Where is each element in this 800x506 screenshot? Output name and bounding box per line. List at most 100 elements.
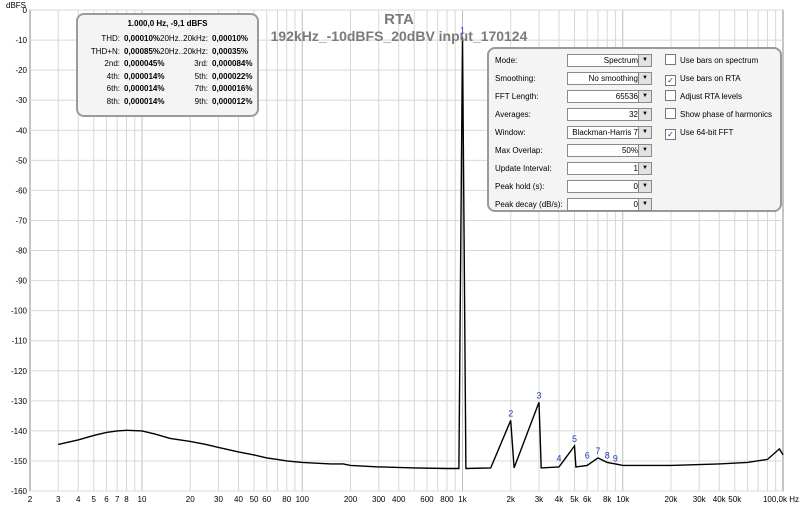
checkbox-empty-icon[interactable] bbox=[665, 90, 676, 101]
y-tick-label: -10 bbox=[15, 36, 27, 45]
setting-label: Averages: bbox=[495, 110, 531, 119]
metric-value: 0,000084% bbox=[212, 59, 253, 68]
x-tick-label: 1k bbox=[458, 495, 467, 504]
setting-dropdown[interactable]: 65536 ▼ bbox=[567, 90, 652, 103]
x-tick-label: 10 bbox=[138, 495, 147, 504]
metric-value: 0,000022% bbox=[212, 71, 253, 81]
x-tick-label: 40k bbox=[713, 495, 727, 504]
x-tick-label: 300 bbox=[372, 495, 386, 504]
chevron-down-icon[interactable]: ▼ bbox=[638, 55, 651, 66]
option-checkbox[interactable]: ✓ Use bars on RTA bbox=[665, 72, 741, 86]
x-tick-label: 5 bbox=[92, 495, 97, 504]
y-tick-label: -130 bbox=[11, 397, 28, 406]
metric-value: 0,000014% bbox=[124, 84, 165, 93]
metric-label: 7th: bbox=[194, 84, 208, 93]
metric-label: THD: bbox=[101, 34, 120, 43]
chevron-down-icon[interactable]: ▼ bbox=[638, 91, 651, 102]
peak-label: 7 bbox=[595, 446, 600, 456]
setting-value: Spectrum bbox=[603, 56, 638, 65]
y-tick-label: -90 bbox=[15, 277, 27, 286]
setting-value: 32 bbox=[629, 110, 638, 119]
metric-value: 0,000016% bbox=[212, 84, 253, 93]
metric-value: 0,000014% bbox=[124, 71, 165, 81]
setting-dropdown[interactable]: 50% ▼ bbox=[567, 144, 652, 157]
option-checkbox[interactable]: Use bars on spectrum bbox=[665, 54, 758, 68]
x-tick-label: 100 bbox=[296, 495, 310, 504]
x-tick-label: 80 bbox=[282, 495, 291, 504]
setting-dropdown[interactable]: 0 ▼ bbox=[567, 180, 652, 193]
x-tick-label: 60 bbox=[262, 495, 271, 504]
setting-value: No smoothing bbox=[588, 74, 638, 83]
option-checkbox[interactable]: Adjust RTA levels bbox=[665, 90, 742, 104]
x-tick-label: 7 bbox=[115, 495, 120, 504]
y-tick-label: -40 bbox=[15, 126, 27, 135]
metric-label: THD+N: bbox=[90, 46, 120, 56]
setting-dropdown[interactable]: 32 ▼ bbox=[567, 108, 652, 121]
x-tick-label: 5k bbox=[570, 495, 579, 504]
x-tick-label: 8 bbox=[124, 495, 129, 504]
x-tick-label: 30 bbox=[214, 495, 223, 504]
x-tick-label: 50k bbox=[728, 495, 742, 504]
y-tick-label: -120 bbox=[11, 367, 28, 376]
option-checkbox[interactable]: ✓ Use 64-bit FFT bbox=[665, 126, 733, 140]
x-tick-label: 4k bbox=[555, 495, 564, 504]
peak-label: 8 bbox=[605, 450, 610, 460]
setting-label: Max Overlap: bbox=[495, 146, 543, 155]
option-checkbox[interactable]: Show phase of harmonics bbox=[665, 108, 772, 122]
x-tick-label: 4 bbox=[76, 495, 81, 504]
metric-label: 9th: bbox=[194, 96, 208, 106]
peak-label: 3 bbox=[536, 390, 541, 400]
x-tick-label: 3k bbox=[535, 495, 544, 504]
setting-label: Peak decay (dB/s): bbox=[495, 200, 563, 209]
x-tick-label: 50 bbox=[250, 495, 259, 504]
metric-value: 0,000014% bbox=[124, 96, 165, 106]
checkbox-label: Show phase of harmonics bbox=[680, 110, 773, 119]
metric-label: 6th: bbox=[106, 84, 120, 93]
setting-value: 50% bbox=[621, 146, 638, 155]
x-tick-label: 10k bbox=[616, 495, 630, 504]
setting-label: Peak hold (s): bbox=[495, 182, 545, 191]
fundamental-readout: 1.000,0 Hz, -9,1 dBFS bbox=[127, 19, 208, 28]
chevron-down-icon[interactable]: ▼ bbox=[638, 199, 651, 210]
checkmark-icon[interactable]: ✓ bbox=[665, 129, 676, 140]
metric-value: 0,00010% bbox=[124, 34, 161, 43]
metric-label: 5th: bbox=[194, 71, 208, 81]
peak-label: 4 bbox=[556, 453, 561, 463]
metric-label: 20Hz..20kHz: bbox=[160, 46, 209, 56]
y-tick-label: -160 bbox=[11, 487, 28, 496]
setting-value: 65536 bbox=[615, 92, 638, 101]
setting-dropdown[interactable]: 1 ▼ bbox=[567, 162, 652, 175]
x-axis: 2 3 4 5 6 7 8 10 20 30 40 50 60 80 100 200 300 400 600 800 1… bbox=[28, 495, 799, 504]
setting-dropdown[interactable]: Spectrum ▼ bbox=[567, 54, 652, 67]
x-tick-label: 6 bbox=[104, 495, 109, 504]
x-tick-label: 100,0k Hz bbox=[763, 495, 799, 504]
setting-dropdown[interactable]: Blackman-Harris 7 ▼ bbox=[567, 126, 652, 139]
x-tick-label: 20k bbox=[665, 495, 679, 504]
x-tick-label: 800 bbox=[440, 495, 454, 504]
chevron-down-icon[interactable]: ▼ bbox=[638, 73, 651, 84]
y-tick-label: -140 bbox=[11, 427, 28, 436]
x-tick-label: 400 bbox=[392, 495, 406, 504]
setting-dropdown[interactable]: 0 ▼ bbox=[567, 198, 652, 211]
peak-label: 9 bbox=[613, 453, 618, 463]
metric-label: 4th: bbox=[106, 71, 120, 81]
chevron-down-icon[interactable]: ▼ bbox=[638, 145, 651, 156]
chevron-down-icon[interactable]: ▼ bbox=[638, 163, 651, 174]
checkbox-empty-icon[interactable] bbox=[665, 108, 676, 119]
chevron-down-icon[interactable]: ▼ bbox=[638, 109, 651, 120]
x-tick-label: 600 bbox=[420, 495, 434, 504]
chevron-down-icon[interactable]: ▼ bbox=[638, 127, 651, 138]
y-axis: 0-10-20-30-40-50-60-70-80-90-100-110-120… bbox=[11, 6, 28, 496]
setting-dropdown[interactable]: No smoothing ▼ bbox=[567, 72, 652, 85]
checkbox-empty-icon[interactable] bbox=[665, 54, 676, 65]
setting-label: Smoothing: bbox=[495, 74, 536, 83]
peak-label: 6 bbox=[585, 450, 590, 460]
chevron-down-icon[interactable]: ▼ bbox=[638, 181, 651, 192]
x-tick-label: 6k bbox=[583, 495, 592, 504]
x-tick-label: 200 bbox=[344, 495, 358, 504]
setting-label: Update Interval: bbox=[495, 164, 552, 173]
y-tick-label: -60 bbox=[15, 186, 27, 195]
y-tick-label: -80 bbox=[15, 247, 27, 256]
peak-label: 5 bbox=[572, 434, 577, 444]
checkmark-icon[interactable]: ✓ bbox=[665, 75, 676, 86]
